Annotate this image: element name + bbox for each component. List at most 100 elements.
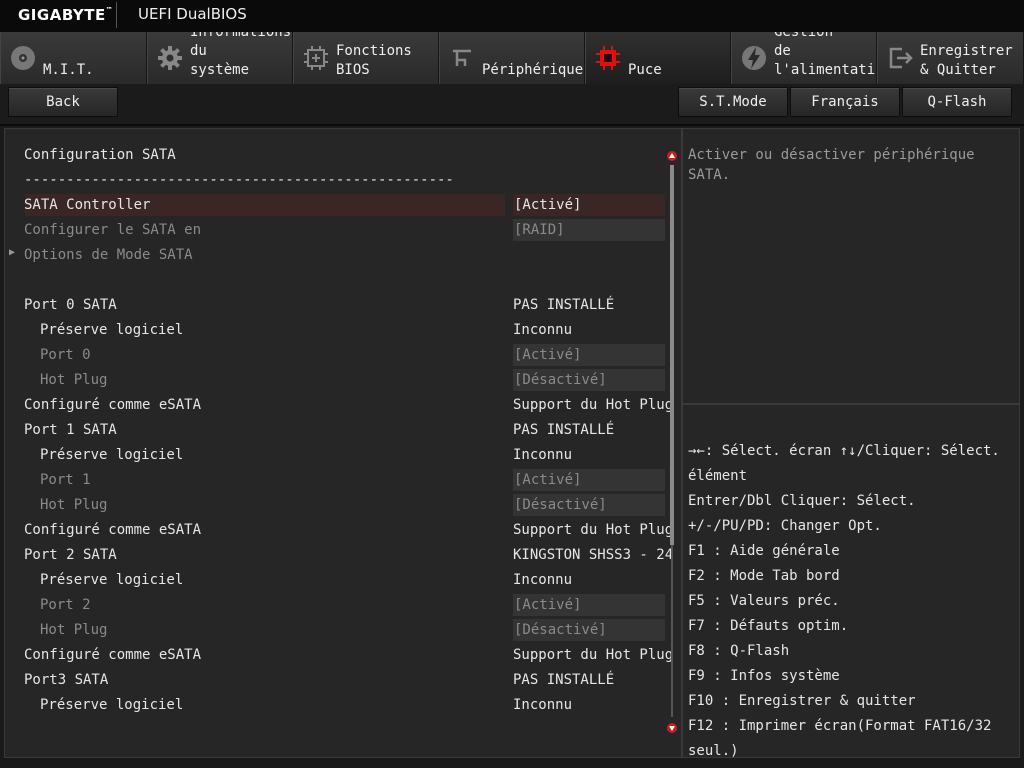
setting-label: Préserve logiciel [40, 697, 184, 713]
setting-value: [RAID] [514, 222, 565, 238]
section-divider: ----------------------------------------… [5, 169, 675, 194]
brand-logo: GIGABYTE™ [18, 6, 114, 24]
tab-label: Informations du système [190, 32, 292, 78]
setting-row-port0-hotplug: Hot Plug [Désactivé] [5, 369, 675, 394]
setting-row-port3: Port3 SATA PAS INSTALLÉ [5, 669, 675, 694]
tab-label: Fonctions BIOS [336, 43, 412, 78]
red-chip-icon [596, 46, 620, 70]
tab-label: Enregistrer & Quitter [920, 43, 1013, 78]
setting-label: Port 0 [40, 347, 91, 363]
help-panel: Activer ou désactiver périphérique SATA. [682, 128, 1020, 404]
key-line: →←: Sélect. écran ↑↓/Cliquer: Sélect. [688, 443, 1000, 459]
title-divider [116, 2, 117, 28]
title-bar: GIGABYTE™ UEFI DualBIOS [0, 0, 1024, 32]
setting-row-port2-hotplug: Hot Plug [Désactivé] [5, 619, 675, 644]
help-text: Activer ou désactiver périphérique SATA. [688, 147, 975, 183]
setting-row-port2: Port 2 SATA KINGSTON SHSS3 - 24 [5, 544, 675, 569]
tab-label: Périphériques [482, 62, 585, 78]
setting-label: Préserve logiciel [40, 447, 184, 463]
tab-chipset[interactable]: Puce [585, 32, 731, 84]
setting-value: [Désactivé] [514, 372, 607, 388]
setting-row-sata-controller[interactable]: SATA Controller [Activé] [5, 194, 675, 219]
setting-label: Port3 SATA [24, 672, 109, 688]
setting-row-sata-mode: Configurer le SATA en [RAID] [5, 219, 675, 244]
setting-label: Port 0 SATA [24, 297, 117, 313]
setting-label: Port 2 [40, 597, 91, 613]
setting-label: Configuré comme eSATA [24, 647, 202, 663]
setting-label: SATA Controller [24, 197, 151, 213]
tab-save-exit[interactable]: Enregistrer & Quitter [877, 32, 1024, 84]
setting-label: Préserve logiciel [40, 322, 184, 338]
tab-peripherals[interactable]: Périphériques [439, 32, 585, 84]
key-line: F10 : Enregistrer & quitter [688, 693, 916, 709]
setting-value: PAS INSTALLÉ [513, 297, 615, 313]
key-line: Entrer/Dbl Cliquer: Sélect. [688, 493, 916, 509]
setting-value[interactable]: [Activé] [514, 197, 581, 213]
key-line: seul.) [688, 743, 739, 759]
tab-label: M.I.T. [43, 62, 94, 78]
setting-row-port1-enable: Port 1 [Activé] [5, 469, 675, 494]
scroll-down-icon[interactable] [667, 723, 677, 733]
setting-label: Configurer le SATA en [24, 222, 202, 238]
setting-value: [Désactivé] [514, 622, 607, 638]
setting-value: [Activé] [514, 347, 582, 363]
key-line: F7 : Défauts optim. [688, 618, 849, 634]
setting-row-port2-enable: Port 2 [Activé] [5, 594, 675, 619]
key-legend: →←: Sélect. écran ↑↓/Cliquer: Sélect. él… [682, 404, 1020, 759]
qflash-button[interactable]: Q-Flash [902, 87, 1012, 117]
key-line: +/-/PU/PD: Changer Opt. [688, 518, 882, 534]
setting-label: Port 1 SATA [24, 422, 117, 438]
language-button[interactable]: Français [790, 87, 900, 117]
exit-icon [889, 47, 913, 69]
tab-label: Gestion de l'alimentation [774, 32, 876, 78]
setting-value: [Activé] [514, 472, 582, 488]
setting-value: PAS INSTALLÉ [513, 672, 615, 688]
setting-row-port1: Port 1 SATA PAS INSTALLÉ [5, 419, 675, 444]
st-mode-button[interactable]: S.T.Mode [678, 87, 788, 117]
setting-row-port1-hotplug: Hot Plug [Désactivé] [5, 494, 675, 519]
setting-value: [Activé] [514, 597, 582, 613]
toolbar: Back S.T.Mode Français Q-Flash [0, 84, 1024, 126]
setting-label: Configuré comme eSATA [24, 397, 202, 413]
setting-row-port0: Port 0 SATA PAS INSTALLÉ [5, 294, 675, 319]
setting-row-port0-enable: Port 0 [Activé] [5, 344, 675, 369]
submenu-sata-mode-options[interactable]: ▶ Options de Mode SATA [5, 244, 675, 269]
setting-label: Port 2 SATA [24, 547, 117, 563]
setting-value: Support du Hot Plug [513, 647, 674, 663]
setting-value: PAS INSTALLÉ [513, 422, 615, 438]
setting-row-port2-preserve: Préserve logiciel Inconnu [5, 569, 675, 594]
key-line: F12 : Imprimer écran(Format FAT16/32 [688, 718, 992, 734]
tab-bios-features[interactable]: Fonctions BIOS [293, 32, 439, 84]
tab-system-info[interactable]: Informations du système [147, 32, 293, 84]
setting-value: Inconnu [513, 697, 573, 713]
back-button[interactable]: Back [8, 87, 118, 117]
tab-mit[interactable]: M.I.T. [0, 32, 147, 84]
setting-label: Configuré comme eSATA [24, 522, 202, 538]
setting-value: Support du Hot Plug [513, 397, 674, 413]
setting-row-port0-esata: Configuré comme eSATA Support du Hot Plu… [5, 394, 675, 419]
section-title: Configuration SATA [24, 147, 176, 163]
setting-row-port1-preserve: Préserve logiciel Inconnu [5, 444, 675, 469]
setting-value: Inconnu [513, 322, 573, 338]
setting-value: Support du Hot Plug [513, 522, 674, 538]
key-line: élément [688, 468, 748, 484]
power-bolt-icon [742, 46, 766, 70]
setting-label: Hot Plug [40, 622, 108, 638]
chip-plus-icon [304, 46, 328, 70]
usb-icon [453, 49, 471, 66]
scrollbar-thumb[interactable] [670, 165, 674, 545]
product-name: UEFI DualBIOS [138, 5, 247, 23]
setting-label: Options de Mode SATA [24, 247, 193, 263]
setting-value: Inconnu [513, 447, 573, 463]
setting-row-port3-preserve: Préserve logiciel Inconnu [5, 694, 675, 719]
setting-value: KINGSTON SHSS3 - 24 [513, 547, 674, 563]
setting-row-port1-esata: Configuré comme eSATA Support du Hot Plu… [5, 519, 675, 544]
gear-icon [158, 46, 182, 70]
disc-icon [11, 46, 35, 70]
setting-row-port2-esata: Configuré comme eSATA Support du Hot Plu… [5, 644, 675, 669]
scroll-up-icon[interactable] [667, 151, 677, 161]
key-line: F8 : Q-Flash [688, 643, 790, 659]
setting-label: Hot Plug [40, 372, 108, 388]
key-line: F2 : Mode Tab bord [688, 568, 840, 584]
tab-power-management[interactable]: Gestion de l'alimentation [731, 32, 877, 84]
